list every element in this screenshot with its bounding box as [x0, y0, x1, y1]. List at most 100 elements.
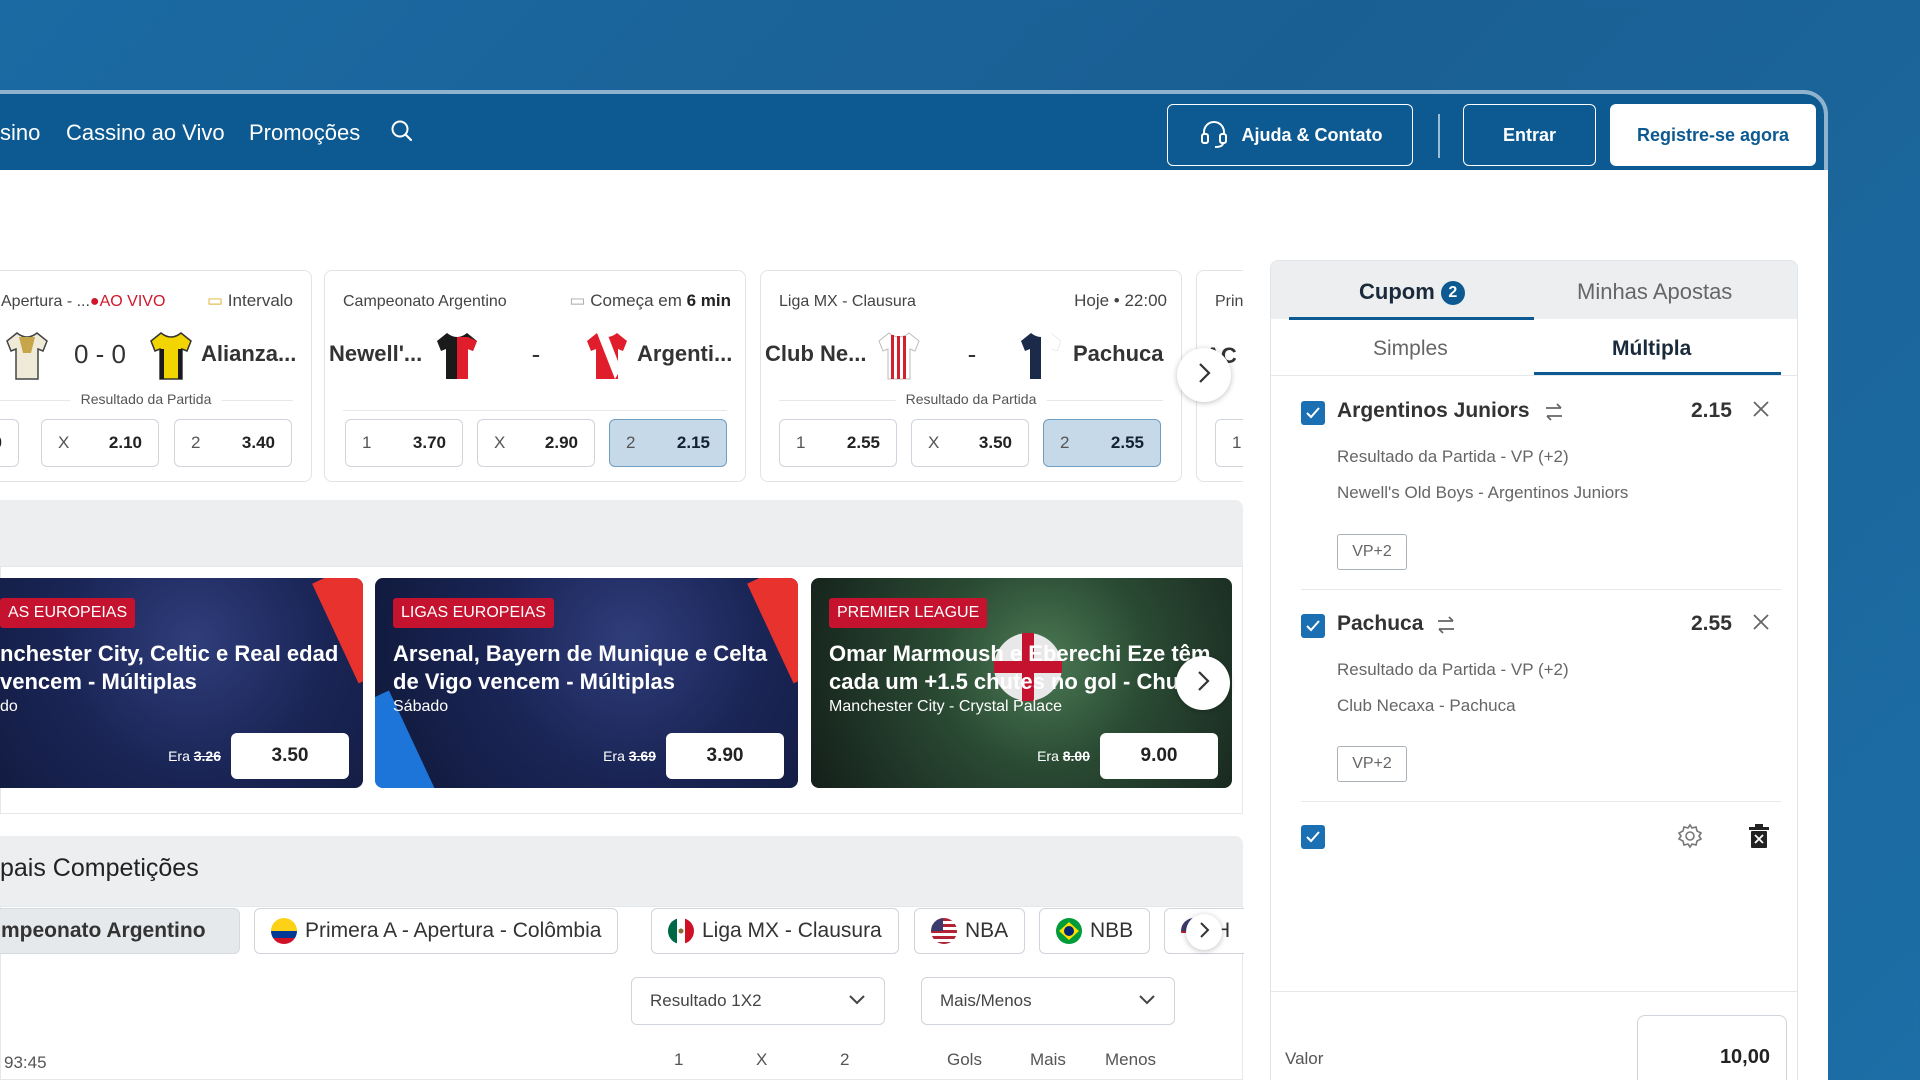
- market-dropdown-1x2[interactable]: Resultado 1X2: [631, 977, 885, 1025]
- away-team: Argenti...: [637, 341, 733, 366]
- competition-chip-nba[interactable]: NBA: [914, 908, 1026, 954]
- selection-market: Resultado da Partida - VP (+2): [1337, 447, 1569, 466]
- chevron-right-icon: [1197, 921, 1211, 944]
- home-jersey-icon: [3, 329, 51, 383]
- coupon-count-badge: 2: [1440, 281, 1465, 305]
- promo-subtitle: do: [0, 698, 18, 715]
- selection-odd: 2.55: [1691, 612, 1732, 635]
- gear-icon[interactable]: [1677, 823, 1703, 854]
- away-jersey-icon: [583, 329, 631, 383]
- promo-title: Omar Marmoush e Eberechi Eze têm cada um…: [829, 641, 1211, 694]
- column-header-2: 2: [840, 1050, 850, 1069]
- promo-odd-button[interactable]: 3.50: [231, 733, 349, 779]
- close-icon[interactable]: [1751, 612, 1771, 632]
- column-header-goals: Gols: [947, 1050, 982, 1069]
- bet-slip: Cupom 2 Minhas Apostas Simples Múltipla A…: [1270, 260, 1798, 1080]
- vp-tag: VP+2: [1337, 746, 1407, 782]
- promo-card[interactable]: AS EUROPEIAS nchester City, Celtic e Rea…: [0, 578, 363, 788]
- match-league: Liga MX - Clausura: [779, 293, 916, 310]
- login-button[interactable]: Entrar: [1463, 104, 1596, 166]
- selection-odd: 2.15: [1691, 399, 1732, 422]
- nav-link-promotions[interactable]: Promoções: [249, 120, 360, 146]
- competition-chip-liga-mx[interactable]: Liga MX - Clausura: [651, 908, 899, 954]
- search-icon[interactable]: [389, 118, 415, 144]
- chevron-right-icon: [1194, 361, 1214, 390]
- market-dropdown-over-under[interactable]: Mais/Menos: [921, 977, 1175, 1025]
- column-header-under: Menos: [1105, 1050, 1157, 1069]
- competition-chip-argentino[interactable]: mpeonato Argentino: [0, 908, 240, 954]
- promo-odd-button[interactable]: 9.00: [1100, 733, 1218, 779]
- active-tab-indicator: [1289, 317, 1534, 320]
- away-jersey-icon: [1017, 329, 1065, 383]
- promo-previous-odd: Era 8.00: [1037, 748, 1090, 764]
- selection-event: Newell's Old Boys - Argentinos Juniors: [1337, 483, 1629, 502]
- top-navigation: sino Cassino ao Vivo Promoções Ajuda & C…: [0, 94, 1824, 174]
- select-all-checkbox[interactable]: [1301, 825, 1325, 849]
- match-score: -: [531, 339, 541, 369]
- tab-my-bets[interactable]: Minhas Apostas: [1577, 279, 1732, 305]
- selection-checkbox[interactable]: [1301, 401, 1325, 425]
- promo-card[interactable]: PREMIER LEAGUE Omar Marmoush e Eberechi …: [811, 578, 1232, 788]
- odd-button-away[interactable]: 2 3.40: [174, 419, 292, 467]
- selection-event: Club Necaxa - Pachuca: [1337, 696, 1516, 715]
- odd-button-away-selected[interactable]: 2 2.15: [609, 419, 727, 467]
- away-team: Pachuca: [1073, 341, 1164, 366]
- promo-odd-button[interactable]: 3.90: [666, 733, 784, 779]
- selection-name: Pachuca: [1337, 612, 1424, 635]
- odd-button-home[interactable]: 1 2.55: [779, 419, 897, 467]
- promo-section-header: [0, 500, 1243, 566]
- competitions-next-button[interactable]: [1186, 914, 1222, 950]
- match-card[interactable]: Liga MX - Clausura Hoje • 22:00 Club Ne.…: [760, 270, 1182, 482]
- colombia-flag-icon: [271, 918, 297, 944]
- brazil-flag-icon: [1056, 918, 1082, 944]
- odd-button-home[interactable]: 1: [1215, 419, 1243, 467]
- stake-input[interactable]: 10,00: [1637, 1015, 1787, 1080]
- stake-label: Valor: [1285, 1049, 1324, 1068]
- promo-previous-odd: Era 3.69: [603, 748, 656, 764]
- swap-icon[interactable]: [1435, 616, 1457, 634]
- register-button[interactable]: Registre-se agora: [1610, 104, 1816, 166]
- away-jersey-icon: [147, 329, 195, 383]
- match-card[interactable]: Apertura - ...●AO VIVO ▭ Intervalo 0 - 0…: [0, 270, 312, 482]
- odd-button-away-selected[interactable]: 2 2.55: [1043, 419, 1161, 467]
- competitions-title: pais Competições: [0, 854, 199, 882]
- nav-link-casino[interactable]: sino: [0, 120, 40, 146]
- odd-button-home[interactable]: 0: [0, 419, 19, 467]
- selection-market: Resultado da Partida - VP (+2): [1337, 660, 1569, 679]
- home-jersey-icon: [433, 329, 481, 383]
- market-label: Resultado da Partida: [70, 391, 222, 407]
- odd-button-draw[interactable]: X 3.50: [911, 419, 1029, 467]
- selection-name: Argentinos Juniors: [1337, 399, 1530, 422]
- promo-title: Arsenal, Bayern de Munique e Celta de Vi…: [393, 641, 768, 694]
- odd-button-home[interactable]: 1 3.70: [345, 419, 463, 467]
- match-league: Campeonato Argentino: [343, 293, 507, 310]
- competition-chip-nbb[interactable]: NBB: [1039, 908, 1151, 954]
- tab-single[interactable]: Simples: [1373, 337, 1448, 361]
- mexico-flag-icon: [668, 918, 694, 944]
- match-time-fragment: 93:45: [4, 1053, 47, 1072]
- competition-chip-colombia[interactable]: Primera A - Apertura - Colômbia: [254, 908, 619, 954]
- close-icon[interactable]: [1751, 399, 1771, 419]
- headset-icon: [1198, 117, 1230, 154]
- chevron-right-icon: [1193, 669, 1213, 698]
- odd-button-draw[interactable]: X 2.90: [477, 419, 595, 467]
- match-card[interactable]: Campeonato Argentino ▭ Começa em 6 min N…: [324, 270, 746, 482]
- odd-button-draw[interactable]: X 2.10: [41, 419, 159, 467]
- nav-link-live-casino[interactable]: Cassino ao Vivo: [66, 120, 225, 146]
- tab-coupon[interactable]: Cupom 2: [1359, 279, 1465, 305]
- away-team: Alianza...: [201, 341, 297, 366]
- tab-multiple[interactable]: Múltipla: [1612, 337, 1691, 361]
- home-team: Club Ne...: [765, 341, 867, 366]
- promo-card[interactable]: LIGAS EUROPEIAS Arsenal, Bayern de Muniq…: [375, 578, 798, 788]
- help-contact-button[interactable]: Ajuda & Contato: [1167, 104, 1413, 166]
- promos-next-button[interactable]: [1176, 656, 1230, 710]
- swap-icon[interactable]: [1543, 403, 1565, 421]
- promo-tag: PREMIER LEAGUE: [829, 598, 988, 628]
- divider: [343, 410, 727, 411]
- chevron-down-icon: [1138, 991, 1156, 1011]
- nav-divider: [1438, 114, 1440, 158]
- trash-icon[interactable]: [1747, 823, 1771, 854]
- match-status: ▭ Começa em 6 min: [569, 291, 731, 310]
- selection-checkbox[interactable]: [1301, 614, 1325, 638]
- matches-next-button[interactable]: [1177, 348, 1231, 402]
